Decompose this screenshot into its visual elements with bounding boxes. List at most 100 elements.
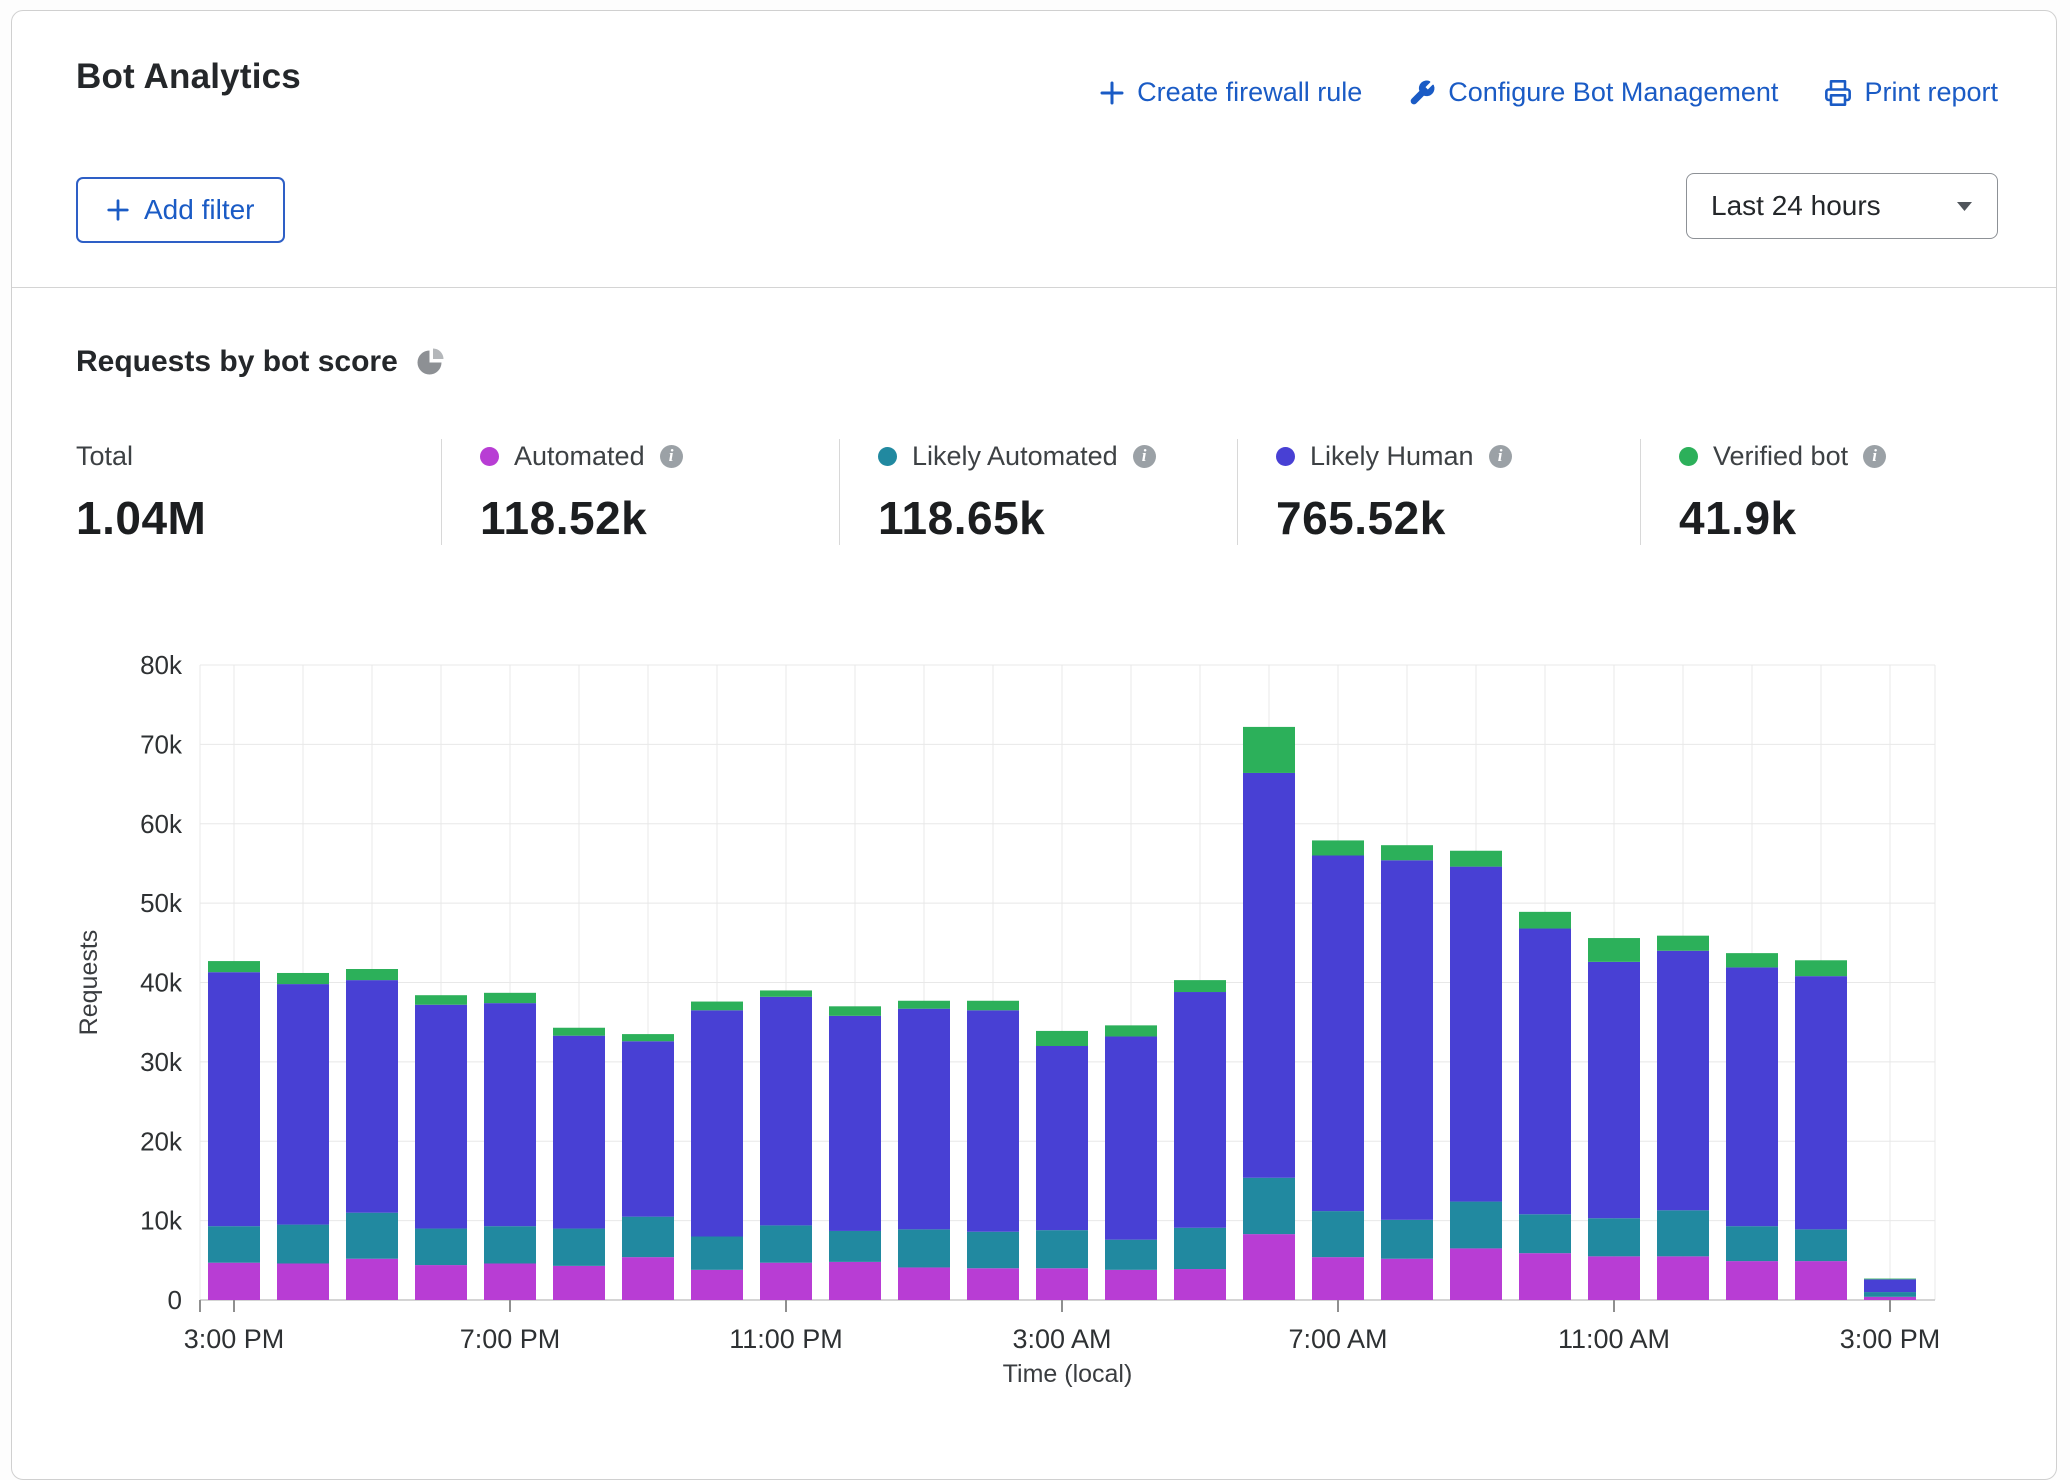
- bar-segment-verified-bot[interactable]: [1174, 980, 1226, 992]
- bar-segment-likely-automated[interactable]: [1174, 1228, 1226, 1269]
- bar-segment-likely-human[interactable]: [967, 1010, 1019, 1231]
- bar-segment-automated[interactable]: [1105, 1270, 1157, 1300]
- bar-segment-likely-human[interactable]: [1243, 773, 1295, 1178]
- bar-segment-likely-human[interactable]: [484, 1003, 536, 1226]
- bar-segment-verified-bot[interactable]: [1243, 727, 1295, 773]
- bar-segment-automated[interactable]: [1726, 1261, 1778, 1300]
- print-report-link[interactable]: Print report: [1824, 77, 1998, 108]
- bar-segment-verified-bot[interactable]: [829, 1006, 881, 1016]
- bar-segment-automated[interactable]: [484, 1263, 536, 1300]
- bar-segment-automated[interactable]: [1312, 1257, 1364, 1300]
- bar-segment-automated[interactable]: [346, 1259, 398, 1300]
- bar-segment-likely-human[interactable]: [1312, 856, 1364, 1212]
- bar-segment-automated[interactable]: [1036, 1268, 1088, 1300]
- bar-segment-likely-human[interactable]: [1864, 1279, 1916, 1292]
- bar-segment-likely-human[interactable]: [1450, 867, 1502, 1202]
- bar-segment-verified-bot[interactable]: [1519, 912, 1571, 929]
- bar-segment-likely-automated[interactable]: [1657, 1210, 1709, 1256]
- bar-segment-automated[interactable]: [1450, 1248, 1502, 1300]
- bar-segment-likely-human[interactable]: [1105, 1036, 1157, 1239]
- configure-bot-management-link[interactable]: Configure Bot Management: [1408, 77, 1778, 108]
- bar-segment-likely-human[interactable]: [1174, 992, 1226, 1228]
- bar-segment-automated[interactable]: [691, 1270, 743, 1300]
- bar-segment-verified-bot[interactable]: [760, 990, 812, 996]
- bar-segment-likely-human[interactable]: [346, 980, 398, 1213]
- bar-segment-automated[interactable]: [1657, 1256, 1709, 1300]
- bar-segment-likely-human[interactable]: [1519, 929, 1571, 1215]
- bar-segment-automated[interactable]: [553, 1266, 605, 1300]
- bar-segment-automated[interactable]: [1519, 1253, 1571, 1300]
- bar-segment-likely-automated[interactable]: [1036, 1230, 1088, 1268]
- bar-segment-automated[interactable]: [967, 1268, 1019, 1300]
- bar-segment-likely-human[interactable]: [1795, 976, 1847, 1229]
- bar-segment-likely-human[interactable]: [760, 997, 812, 1226]
- bar-segment-likely-automated[interactable]: [967, 1232, 1019, 1269]
- bar-segment-verified-bot[interactable]: [622, 1034, 674, 1041]
- bar-segment-likely-human[interactable]: [898, 1009, 950, 1230]
- bar-segment-likely-human[interactable]: [277, 984, 329, 1225]
- bar-segment-automated[interactable]: [829, 1262, 881, 1300]
- bar-segment-likely-human[interactable]: [1657, 951, 1709, 1211]
- bar-segment-verified-bot[interactable]: [967, 1001, 1019, 1011]
- bar-segment-likely-automated[interactable]: [691, 1237, 743, 1270]
- bar-segment-likely-automated[interactable]: [1450, 1202, 1502, 1249]
- bar-segment-verified-bot[interactable]: [1312, 840, 1364, 855]
- bar-segment-likely-human[interactable]: [622, 1041, 674, 1216]
- bar-segment-verified-bot[interactable]: [415, 995, 467, 1005]
- bar-segment-automated[interactable]: [1795, 1261, 1847, 1300]
- bar-segment-verified-bot[interactable]: [1450, 851, 1502, 867]
- create-firewall-rule-link[interactable]: Create firewall rule: [1099, 77, 1362, 108]
- bar-segment-verified-bot[interactable]: [346, 969, 398, 980]
- bar-segment-likely-human[interactable]: [1726, 967, 1778, 1226]
- bar-segment-verified-bot[interactable]: [1381, 845, 1433, 860]
- bar-segment-likely-automated[interactable]: [622, 1217, 674, 1257]
- bar-segment-verified-bot[interactable]: [553, 1028, 605, 1036]
- bar-segment-likely-human[interactable]: [829, 1016, 881, 1231]
- info-icon[interactable]: i: [1133, 445, 1156, 468]
- bar-segment-verified-bot[interactable]: [484, 993, 536, 1003]
- bar-segment-automated[interactable]: [622, 1257, 674, 1300]
- bar-segment-likely-automated[interactable]: [1588, 1218, 1640, 1256]
- bar-segment-likely-automated[interactable]: [829, 1231, 881, 1262]
- add-filter-button[interactable]: Add filter: [76, 177, 285, 243]
- info-icon[interactable]: i: [660, 445, 683, 468]
- bar-segment-verified-bot[interactable]: [1036, 1031, 1088, 1046]
- info-icon[interactable]: i: [1489, 445, 1512, 468]
- bar-segment-automated[interactable]: [898, 1267, 950, 1300]
- bar-segment-automated[interactable]: [1174, 1269, 1226, 1300]
- bar-segment-likely-automated[interactable]: [346, 1213, 398, 1259]
- bar-segment-likely-human[interactable]: [1588, 962, 1640, 1218]
- bar-segment-automated[interactable]: [208, 1263, 260, 1300]
- bar-segment-likely-automated[interactable]: [1105, 1240, 1157, 1270]
- bar-segment-automated[interactable]: [1588, 1256, 1640, 1300]
- bar-segment-automated[interactable]: [1864, 1297, 1916, 1300]
- bar-segment-automated[interactable]: [277, 1263, 329, 1300]
- bar-segment-likely-automated[interactable]: [277, 1225, 329, 1264]
- bar-segment-likely-human[interactable]: [1381, 860, 1433, 1220]
- bar-segment-verified-bot[interactable]: [1864, 1279, 1916, 1280]
- bar-segment-likely-automated[interactable]: [484, 1226, 536, 1263]
- bar-segment-likely-human[interactable]: [208, 972, 260, 1226]
- bar-segment-likely-automated[interactable]: [208, 1226, 260, 1263]
- bar-segment-likely-human[interactable]: [1036, 1046, 1088, 1230]
- bar-segment-verified-bot[interactable]: [898, 1001, 950, 1009]
- bar-segment-likely-automated[interactable]: [1864, 1292, 1916, 1297]
- bar-segment-likely-automated[interactable]: [415, 1229, 467, 1266]
- bar-segment-verified-bot[interactable]: [277, 973, 329, 984]
- bar-segment-verified-bot[interactable]: [1726, 953, 1778, 967]
- bar-segment-likely-automated[interactable]: [1795, 1229, 1847, 1261]
- bar-segment-likely-automated[interactable]: [760, 1225, 812, 1262]
- bar-segment-verified-bot[interactable]: [1795, 960, 1847, 976]
- bar-segment-likely-automated[interactable]: [553, 1229, 605, 1266]
- bar-segment-automated[interactable]: [415, 1265, 467, 1300]
- bar-segment-automated[interactable]: [1381, 1259, 1433, 1300]
- bar-segment-likely-automated[interactable]: [1726, 1226, 1778, 1261]
- bar-segment-likely-automated[interactable]: [1312, 1211, 1364, 1257]
- bar-segment-verified-bot[interactable]: [1588, 938, 1640, 962]
- bar-segment-likely-human[interactable]: [553, 1036, 605, 1229]
- bar-segment-likely-automated[interactable]: [1243, 1178, 1295, 1234]
- bar-segment-likely-human[interactable]: [415, 1005, 467, 1229]
- bar-segment-automated[interactable]: [760, 1263, 812, 1300]
- bar-segment-likely-automated[interactable]: [1381, 1220, 1433, 1259]
- bar-segment-likely-automated[interactable]: [898, 1229, 950, 1267]
